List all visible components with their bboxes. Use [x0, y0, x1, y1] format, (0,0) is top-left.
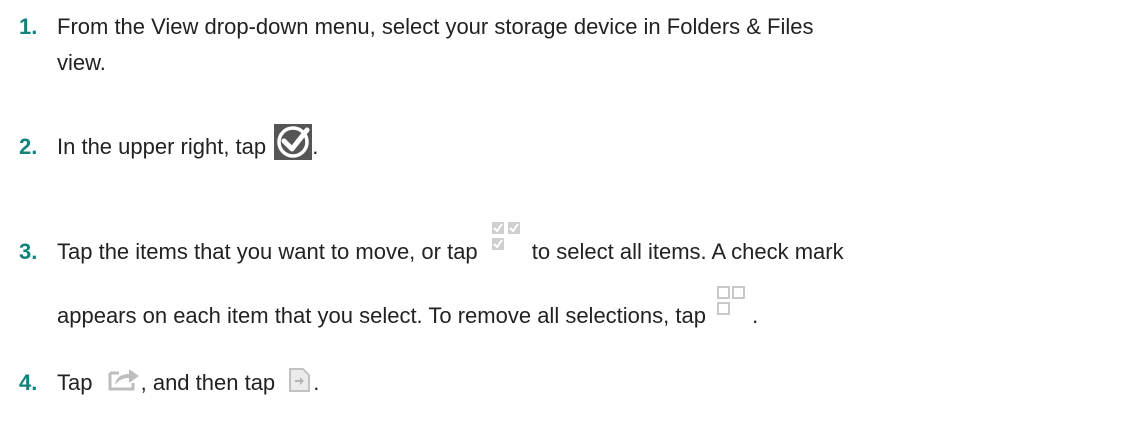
step-text: , and then tap	[140, 370, 276, 395]
share-icon	[107, 365, 141, 391]
move-file-icon	[287, 366, 313, 394]
step-text-continued: view.	[57, 50, 106, 75]
deselect-all-icon	[716, 285, 746, 317]
step-2: 2. In the upper right, tap .	[19, 124, 319, 166]
step-text: Tap	[57, 370, 93, 395]
step-number: 4.	[19, 370, 38, 395]
step-text-continued: appears on each item that you select. To…	[19, 286, 759, 333]
step-3: 3. Tap the items that you want to move, o…	[19, 222, 844, 328]
step-text-end: .	[752, 303, 759, 328]
instruction-steps: 1. From the View drop-down menu, select y…	[0, 0, 1122, 425]
step-number: 1.	[19, 14, 38, 39]
step-text: From the View drop-down menu, select you…	[57, 14, 814, 39]
step-text-end: .	[313, 370, 320, 395]
step-number: 3.	[19, 239, 38, 264]
step-text-after-icon: to select all items. A check mark	[531, 239, 844, 264]
select-all-icon	[490, 220, 524, 254]
step-1: 1. From the View drop-down menu, select y…	[19, 10, 814, 75]
step-text: Tap the items that you want to move, or …	[57, 239, 478, 264]
step-4: 4. Tap , and then tap .	[19, 366, 319, 399]
step-text: appears on each item that you select. To…	[57, 303, 706, 328]
step-text-end: .	[312, 134, 319, 159]
step-number: 2.	[19, 134, 38, 159]
check-circle-icon	[274, 124, 313, 161]
step-text: In the upper right, tap	[57, 134, 267, 159]
